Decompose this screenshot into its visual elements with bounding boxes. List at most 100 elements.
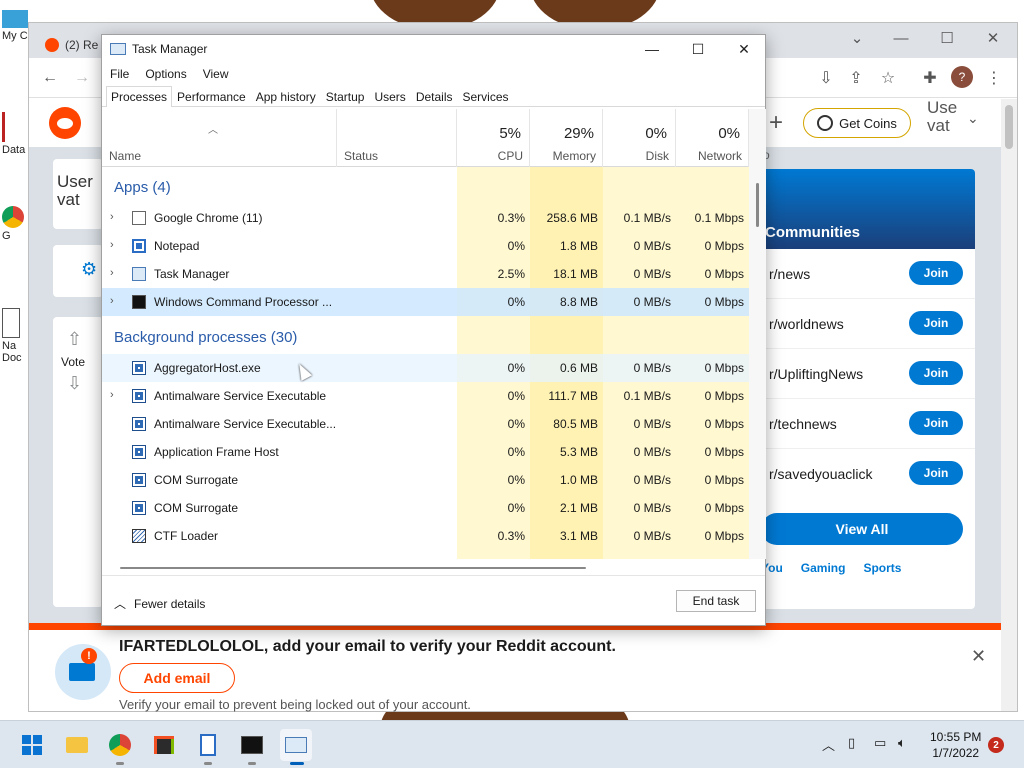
chevron-right-icon[interactable]: ›: [110, 239, 114, 251]
tab-startup[interactable]: Startup: [321, 86, 370, 106]
minimize-button[interactable]: —: [879, 23, 923, 53]
process-row[interactable]: COM Surrogate 0% 1.0 MB 0 MB/s 0 Mbps: [102, 466, 749, 494]
join-button[interactable]: Join: [909, 361, 963, 385]
gear-icon[interactable]: ⚙: [81, 259, 97, 280]
menu-options[interactable]: Options: [145, 67, 186, 81]
notification-badge[interactable]: 2: [988, 737, 1004, 753]
back-button[interactable]: ←: [37, 66, 63, 90]
network-icon[interactable]: ▭: [874, 735, 886, 751]
community-name[interactable]: r/technews: [769, 416, 837, 432]
chevron-right-icon[interactable]: ›: [110, 389, 114, 401]
minimize-button[interactable]: —: [629, 35, 675, 63]
taskbar-store[interactable]: [148, 729, 180, 761]
view-all-button[interactable]: View All: [761, 513, 963, 545]
system-clock[interactable]: 10:55 PM 1/7/2022: [930, 729, 981, 761]
column-name[interactable]: Name: [102, 109, 337, 167]
reddit-logo-icon[interactable]: [49, 107, 81, 139]
process-row[interactable]: COM Surrogate 0% 2.1 MB 0 MB/s 0 Mbps: [102, 494, 749, 522]
join-button[interactable]: Join: [909, 411, 963, 435]
taskbar-task-manager[interactable]: [280, 729, 312, 765]
process-list-horizontal-scrollbar[interactable]: [102, 559, 749, 573]
category-tab-sports[interactable]: Sports: [863, 561, 901, 575]
profile-avatar[interactable]: ?: [951, 66, 973, 88]
community-name[interactable]: r/UpliftingNews: [769, 366, 863, 382]
process-row[interactable]: › Google Chrome (11) 0.3% 258.6 MB 0.1 M…: [102, 204, 749, 232]
join-button[interactable]: Join: [909, 461, 963, 485]
fewer-details-button[interactable]: ︿ Fewer details: [114, 595, 205, 612]
process-list-vertical-scrollbar[interactable]: [749, 109, 766, 559]
chevron-right-icon[interactable]: ›: [110, 267, 114, 279]
running-indicator: [116, 762, 124, 765]
downvote-icon[interactable]: ⇩: [67, 373, 82, 394]
tab-processes[interactable]: Processes: [106, 86, 173, 107]
maximize-button[interactable]: ☐: [675, 35, 721, 63]
column-disk[interactable]: 0% Disk: [603, 109, 676, 167]
community-row[interactable]: r/UpliftingNews Join: [761, 349, 975, 399]
process-row[interactable]: › Notepad 0% 1.8 MB 0 MB/s 0 Mbps: [102, 232, 749, 260]
desktop-icon-document[interactable]: Na Doc: [2, 308, 30, 364]
desktop-icon-chrome[interactable]: G: [2, 206, 30, 242]
community-name[interactable]: r/savedyouaclick: [769, 466, 873, 482]
scrollbar-thumb[interactable]: [120, 567, 586, 569]
battery-icon[interactable]: ▯: [848, 735, 855, 751]
desktop-icon-computer[interactable]: My C: [2, 10, 30, 42]
process-row[interactable]: › Antimalware Service Executable 0% 111.…: [102, 382, 749, 410]
maximize-button[interactable]: ☐: [925, 23, 969, 53]
join-button[interactable]: Join: [909, 261, 963, 285]
tab-users[interactable]: Users: [369, 86, 410, 106]
column-cpu[interactable]: 5% CPU: [457, 109, 530, 167]
bookmark-button[interactable]: ☆: [875, 66, 901, 90]
upvote-icon[interactable]: ⇧: [67, 329, 82, 350]
process-row-hovered[interactable]: AggregatorHost.exe 0% 0.6 MB 0 MB/s 0 Mb…: [102, 354, 749, 382]
community-row[interactable]: r/news Join: [761, 249, 975, 299]
forward-button[interactable]: →: [69, 66, 95, 90]
scrollbar-thumb[interactable]: [1005, 105, 1013, 149]
join-button[interactable]: Join: [909, 311, 963, 335]
taskbar-notepad[interactable]: [192, 729, 224, 765]
tab-services[interactable]: Services: [458, 86, 514, 106]
process-row[interactable]: › Task Manager 2.5% 18.1 MB 0 MB/s 0 Mbp…: [102, 260, 749, 288]
column-network[interactable]: 0% Network: [676, 109, 749, 167]
end-task-button[interactable]: End task: [676, 590, 756, 612]
page-scrollbar[interactable]: [1001, 99, 1017, 711]
get-coins-button[interactable]: Get Coins: [803, 108, 911, 138]
close-banner-button[interactable]: ✕: [971, 646, 986, 667]
tab-search-button[interactable]: ⌄: [835, 23, 879, 53]
taskbar-file-explorer[interactable]: [61, 729, 93, 761]
user-menu[interactable]: Use vat ⌄: [927, 99, 979, 135]
chrome-menu-button[interactable]: ⋮: [981, 66, 1007, 90]
chevron-up-icon[interactable]: ︿: [822, 735, 835, 754]
menu-view[interactable]: View: [203, 67, 229, 81]
community-row[interactable]: r/worldnews Join: [761, 299, 975, 349]
column-memory[interactable]: 29% Memory: [530, 109, 603, 167]
scrollbar-thumb[interactable]: [756, 183, 759, 227]
tab-app-history[interactable]: App history: [251, 86, 321, 106]
create-post-button[interactable]: +: [769, 109, 783, 137]
process-row[interactable]: Application Frame Host 0% 5.3 MB 0 MB/s …: [102, 438, 749, 466]
add-email-button[interactable]: Add email: [119, 663, 235, 693]
desktop-icon-data[interactable]: Data: [2, 112, 30, 156]
taskbar-chrome[interactable]: [104, 729, 136, 765]
community-name[interactable]: r/worldnews: [769, 316, 844, 332]
volume-icon[interactable]: 🔈︎: [898, 735, 906, 751]
community-name[interactable]: r/news: [769, 266, 810, 282]
install-app-button[interactable]: ⇩: [813, 66, 839, 90]
close-button[interactable]: ✕: [721, 35, 767, 63]
taskbar-terminal[interactable]: [236, 729, 268, 765]
share-button[interactable]: ⇪: [843, 66, 869, 90]
extensions-button[interactable]: ✚: [917, 66, 943, 90]
tab-performance[interactable]: Performance: [172, 86, 251, 106]
process-row[interactable]: CTF Loader 0.3% 3.1 MB 0 MB/s 0 Mbps: [102, 522, 749, 550]
menu-file[interactable]: File: [110, 67, 129, 81]
process-row-selected[interactable]: › Windows Command Processor ... 0% 8.8 M…: [102, 288, 749, 316]
community-row[interactable]: r/savedyouaclick Join: [761, 449, 975, 499]
column-status[interactable]: Status: [337, 109, 457, 167]
community-row[interactable]: r/technews Join: [761, 399, 975, 449]
chevron-right-icon[interactable]: ›: [110, 211, 114, 223]
category-tab-gaming[interactable]: Gaming: [801, 561, 846, 575]
chevron-right-icon[interactable]: ›: [110, 295, 114, 307]
start-button[interactable]: [16, 729, 48, 761]
close-button[interactable]: ✕: [971, 23, 1015, 53]
tab-details[interactable]: Details: [411, 86, 458, 106]
process-row[interactable]: Antimalware Service Executable... 0% 80.…: [102, 410, 749, 438]
